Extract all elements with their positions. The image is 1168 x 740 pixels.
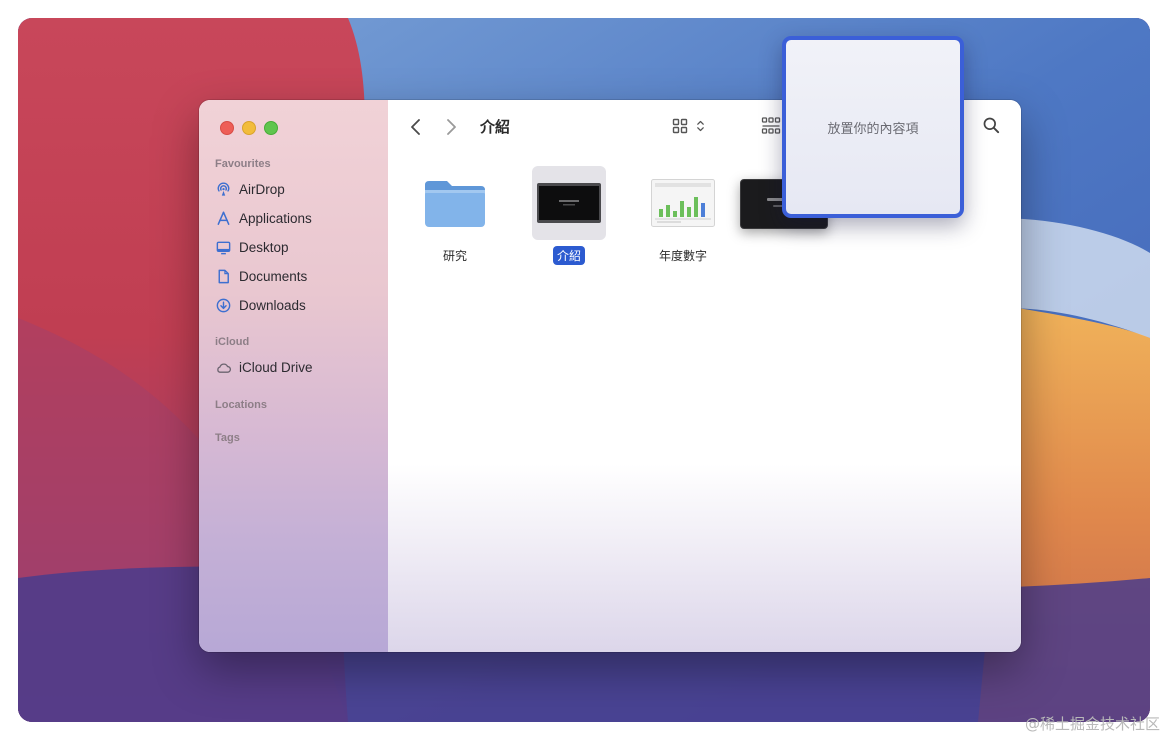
forward-button[interactable] (440, 116, 462, 138)
window-controls (220, 121, 278, 135)
sidebar-item-documents[interactable]: Documents (215, 265, 307, 287)
file-name: 介紹 (552, 246, 585, 265)
applications-icon (217, 211, 230, 225)
sidebar-item-icloud-drive[interactable]: iCloud Drive (215, 356, 313, 378)
sidebar-section-favourites: Favourites (215, 158, 271, 170)
close-window-button[interactable] (220, 121, 234, 135)
file-thumbnail (646, 166, 720, 240)
airdrop-icon (217, 181, 230, 196)
sidebar-item-label: Desktop (239, 239, 289, 255)
search-icon (983, 117, 1000, 134)
chevron-right-icon (447, 119, 456, 135)
sidebar-item-applications[interactable]: Applications (215, 207, 312, 229)
file-item-folder[interactable]: 研究 (405, 166, 505, 265)
sidebar-item-label: Downloads (239, 297, 306, 313)
sidebar: Favourites AirDrop Applications Desktop … (199, 100, 389, 652)
file-item-presentation[interactable]: 介紹 (519, 166, 619, 265)
group-button[interactable] (761, 116, 781, 141)
sidebar-item-downloads[interactable]: Downloads (215, 294, 306, 316)
drop-zone[interactable]: 放置你的內容項 (782, 36, 964, 218)
sidebar-item-label: Applications (239, 210, 312, 226)
download-icon (216, 298, 231, 312)
sidebar-item-label: AirDrop (239, 181, 285, 197)
file-name: 研究 (442, 249, 467, 263)
chevron-left-icon (411, 119, 420, 135)
sidebar-item-airdrop[interactable]: AirDrop (215, 178, 285, 200)
file-item-spreadsheet[interactable]: 年度數字 (633, 166, 733, 265)
sidebar-section-icloud: iCloud (215, 336, 250, 348)
chevron-updown-icon (697, 120, 704, 132)
spreadsheet-thumbnail-icon (651, 179, 715, 227)
sidebar-item-label: Documents (239, 268, 308, 284)
drop-zone-label: 放置你的內容項 (827, 120, 919, 136)
window-title: 介紹 (480, 119, 511, 136)
sidebar-item-label: iCloud Drive (239, 359, 313, 375)
watermark: @稀土掘金技术社区 (1024, 715, 1160, 733)
view-options-button[interactable] (672, 117, 705, 135)
sidebar-section-locations[interactable]: Locations (215, 399, 267, 411)
cloud-icon (217, 362, 231, 373)
search-button[interactable] (982, 116, 1001, 140)
presentation-thumbnail-icon (537, 183, 601, 223)
file-thumbnail (418, 166, 492, 240)
minimize-window-button[interactable] (242, 121, 256, 135)
sidebar-item-desktop[interactable]: Desktop (215, 236, 289, 258)
back-button[interactable] (405, 116, 427, 138)
desktop-icon (216, 241, 231, 254)
file-name: 年度數字 (658, 249, 707, 263)
sidebar-section-tags[interactable]: Tags (215, 432, 240, 444)
group-grid-icon (761, 117, 781, 134)
document-icon (218, 269, 229, 283)
icon-grid-icon (672, 118, 688, 134)
file-thumbnail (532, 166, 606, 240)
zoom-window-button[interactable] (264, 121, 278, 135)
folder-icon (425, 181, 485, 227)
